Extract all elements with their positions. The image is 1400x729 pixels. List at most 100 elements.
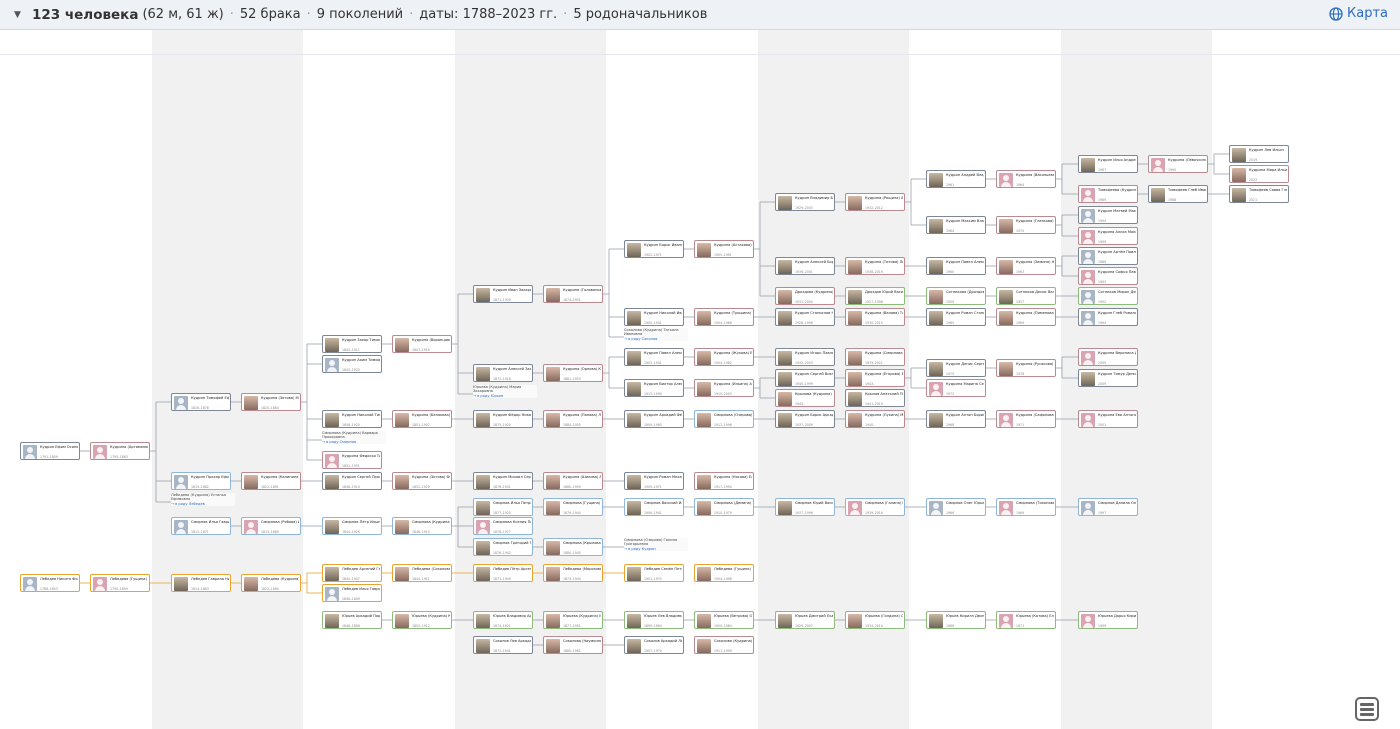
- person-card[interactable]: Смирнов Илья Петрович 1877–1925: [473, 498, 533, 516]
- person-card[interactable]: Кудрин Павел Алексеевич 1960: [926, 257, 986, 275]
- person-card[interactable]: Кудрина (Зимина) Наталья Игоревна 1963: [996, 257, 1056, 275]
- person-card[interactable]: Кудрина (Артамонова) Агр… 1795–1863: [90, 442, 150, 460]
- person-card[interactable]: Кудрин Прохор Ефимович 1819–1882: [171, 472, 231, 490]
- person-card[interactable]: Кудрин Алексей Захарович 1873–1918: [473, 364, 533, 382]
- person-card[interactable]: Соколов Аркадий Львович 1907–1970: [624, 636, 684, 654]
- person-card[interactable]: Кудрин Аким Тимофеевич 1845–1920: [322, 355, 382, 373]
- person-card[interactable]: Юрьева (Кудрина) Кулакова Карпов… 1853–19…: [392, 611, 452, 629]
- collapse-toggle-icon[interactable]: ▼: [14, 10, 24, 20]
- person-card[interactable]: Кудрина (Егорова) Валентина Ильини… 1943–: [845, 369, 905, 387]
- person-card[interactable]: Юрьев Владимир Аркадьевич 1874–1921: [473, 611, 533, 629]
- person-card[interactable]: Соколов Лев Аркадьевич 1873–1941: [473, 636, 533, 654]
- person-card[interactable]: Кудрина (Жукова) Екатерина Егоро… 1904–19…: [694, 348, 754, 366]
- person-card[interactable]: Смирнов Юрий Васильевич 1937–1996: [775, 498, 835, 516]
- person-card[interactable]: Кудрин Фёдор Николаевич 1875–1920: [473, 410, 533, 428]
- person-card[interactable]: Кудрин Борис Аркадьевич 1937–2009: [775, 410, 835, 428]
- note-link[interactable]: → в роду Кудрин: [624, 547, 688, 551]
- person-card[interactable]: Кудрин Максим Владимирович 1964: [926, 216, 986, 234]
- person-card[interactable]: Кудрин Борис Иванович 1902–1971: [624, 240, 684, 258]
- person-card[interactable]: Кудрин Сергей Прохорович 1848–1914: [322, 472, 382, 490]
- person-card[interactable]: Лебедев Никита Фомич 1788–1853: [20, 574, 80, 592]
- person-card[interactable]: Кудрин Денис Сергеевич 1975: [926, 359, 986, 377]
- person-card[interactable]: Кудрин Павел Алексеевич 1903–1941: [624, 348, 684, 366]
- person-card[interactable]: Кудрин Матвей Максимович 1994: [1078, 206, 1138, 224]
- person-card[interactable]: Кудрина (Зотова) Фёкла Кузьминична 1852–1…: [392, 472, 452, 490]
- person-card[interactable]: Кудрина (Панова) Лидия Васильевна 1884–19…: [543, 410, 603, 428]
- person-card[interactable]: Лебедева (Гущина) Настасья Львовна 1790–1…: [90, 574, 150, 592]
- person-card[interactable]: Дроздова (Кудрина) Елена… 1931–2004: [775, 287, 835, 305]
- person-card[interactable]: Кудрина (Рощина) Анна Сергеевна 1932–2012: [845, 193, 905, 211]
- person-card[interactable]: Смирнова (Галина) Валентина Кузьми… 1939–…: [845, 498, 905, 516]
- person-card[interactable]: Дроздов Юрий Васильевич 1927–1998: [845, 287, 905, 305]
- person-card[interactable]: Кудрин Станислав Николаевич 1928–1998: [775, 308, 835, 326]
- person-card[interactable]: Лебедева (Гущина) Раиса Фёдоровна 1904–19…: [694, 564, 754, 582]
- person-card[interactable]: Смирнова (Гущина) Прасковья Ильини… 1879–…: [543, 498, 603, 516]
- person-card[interactable]: Тимофеева (Кудрина) Ксени… 1989: [1078, 185, 1138, 203]
- person-card[interactable]: Смирнов Григорий Петрович 1876–1942: [473, 538, 533, 556]
- person-card[interactable]: Кудрина (Глазкова) Дарья… 1970: [996, 216, 1056, 234]
- person-card[interactable]: Лебедев Илья Гаврилович 1846–1849: [322, 584, 382, 602]
- person-card[interactable]: Лебедев Арсений Гаврилович 1840–1907: [322, 564, 382, 582]
- person-card[interactable]: Кудрин Андрей Владимирович 1961: [926, 170, 986, 188]
- person-card[interactable]: Соколова (Кудрина) Татьян… 1911–1999: [694, 636, 754, 654]
- person-card[interactable]: Кудрина (Титова) Людмила Петровна 1938–20…: [845, 257, 905, 275]
- note-link[interactable]: → в роду Лебедев: [171, 502, 235, 506]
- person-card[interactable]: Кудрина (Лёвочкина) Полин… 1990: [1148, 155, 1208, 173]
- menu-icon[interactable]: [1355, 697, 1379, 721]
- person-card[interactable]: Кудрина Софья Павловна 1993: [1078, 267, 1138, 285]
- person-card[interactable]: Кудрин Аркадий Фёдорович 1909–1985: [624, 410, 684, 428]
- person-card[interactable]: Юрьева (Ветрова) Ольга Дмитриевна 1900–19…: [694, 611, 754, 629]
- person-card[interactable]: Кудрина (Зотова) Матрёна Ивановна 1820–18…: [241, 393, 301, 411]
- person-card[interactable]: Кудрина (Ильина) Александра Тихо… 1915–20…: [694, 379, 754, 397]
- person-card[interactable]: Лебедев Семён Петрович 1901–1975: [624, 564, 684, 582]
- person-card[interactable]: Кудрин Роман Станиславович 1965: [926, 308, 986, 326]
- person-card[interactable]: Крылов Анатолий Петрович 1941–2010: [845, 389, 905, 407]
- note-link[interactable]: → в роду Смирнов: [322, 440, 386, 444]
- person-card[interactable]: Кудрин Тимофей Ефимович 1816–1876: [171, 393, 231, 411]
- person-card[interactable]: Кудрин Глеб Романович 1994: [1078, 308, 1138, 326]
- person-card[interactable]: Кудрина (Шилова) Агафья Ивановна 1880–195…: [543, 472, 603, 490]
- person-card[interactable]: Смирнова Ксения Петровна 1878–1977: [473, 517, 533, 535]
- person-card[interactable]: Кудрина (Сафонова) Вера 1971: [996, 410, 1056, 428]
- person-card[interactable]: Кудрин Артём Павлович 1989: [1078, 247, 1138, 265]
- person-card[interactable]: Кудрин Николай Тимофеевич 1848–1920: [322, 410, 382, 428]
- person-card[interactable]: Сотников Денис Валерьевич 1957: [996, 287, 1056, 305]
- person-card[interactable]: Юрьева (Котова) Елена Сергеевна 1971: [996, 611, 1056, 629]
- person-card[interactable]: Крылова (Кудрина) Ирина Викторовна 1945–: [775, 389, 835, 407]
- person-card[interactable]: Кудрина (Астахова) Нина … 1905–1991: [694, 240, 754, 258]
- person-card[interactable]: Лебедева (Соколова) Акули… 1844–1911: [392, 564, 452, 582]
- person-card[interactable]: Кудрина (Трошина) Зоя Павловна 1904–1986: [694, 308, 754, 326]
- person-card[interactable]: Кудрин Тимур Денисович 2009: [1078, 369, 1138, 387]
- person-card[interactable]: Юрьев Лев Владимирович 1899–1964: [624, 611, 684, 629]
- person-card[interactable]: Кудрина (Белякова) Анна … 1851–1902: [392, 410, 452, 428]
- person-card[interactable]: Смирнова (Крылова) Надежд… 1880–1945: [543, 538, 603, 556]
- person-card[interactable]: Лебедев Гаврила Никитич 1814–1883: [171, 574, 231, 592]
- person-card[interactable]: Кудрина (Калинина) Дарья 1822–1891: [241, 472, 301, 490]
- person-card[interactable]: Юрьев Кирилл Дмитриевич 1968: [926, 611, 986, 629]
- person-card[interactable]: Смирнов Василий Ильич 1906–1941: [624, 498, 684, 516]
- note-link[interactable]: → в роду Юрьев: [473, 394, 537, 398]
- person-card[interactable]: Кудрина Федосья Тимофеевна 1852–1931: [322, 451, 382, 469]
- person-card[interactable]: Кудрина (Голованова) Софья… 1874–1951: [543, 285, 603, 303]
- person-card[interactable]: Кудрина (Пименова) Св… 1969: [996, 308, 1056, 326]
- map-button[interactable]: Карта: [1329, 6, 1388, 21]
- person-card[interactable]: Юрьев Дмитрий Львович 1929–2007: [775, 611, 835, 629]
- person-card[interactable]: Кудрина Ева Антоновна 2001: [1078, 410, 1138, 428]
- person-card[interactable]: Кудрин Илья Андреевич 1987: [1078, 155, 1138, 173]
- person-card[interactable]: Кудрина (Лукина) Маргарита Львовна 1940–: [845, 410, 905, 428]
- person-card[interactable]: Кудрина Алиса Максимовна 1999: [1078, 227, 1138, 245]
- person-card[interactable]: Кудрина (Воронцова) Пела… 1847–1910: [392, 335, 452, 353]
- person-card[interactable]: Кудрин Иван Захарович 1871–1930: [473, 285, 533, 303]
- person-card[interactable]: Кудрина Марина Сергеевна 1972: [926, 379, 986, 397]
- person-card[interactable]: Кудрин Игорь Павлович 1932–2003: [775, 348, 835, 366]
- person-card[interactable]: Юрьева Дарья Кирилловна 1999: [1078, 611, 1138, 629]
- person-card[interactable]: Кудрин Антон Борисович 1968: [926, 410, 986, 428]
- person-card[interactable]: Юрьев Аркадий Порфирьевич 1846–1898: [322, 611, 382, 629]
- person-card[interactable]: Юрьева (Кудрина) Мария Захаровна 1877–195…: [543, 611, 603, 629]
- person-card[interactable]: Кудрин Лев Ильич 2019: [1229, 145, 1289, 163]
- person-card[interactable]: Кудрина (Васильева) Ольга… 1964: [996, 170, 1056, 188]
- person-card[interactable]: Сотникова (Дроздова) Анна… 1959: [926, 287, 986, 305]
- person-card[interactable]: Смирнов Олег Юрьевич 1966: [926, 498, 986, 516]
- person-card[interactable]: Кудрина Мира Ильинична 2023: [1229, 165, 1289, 183]
- person-card[interactable]: Кудрин Роман Михайлович 1909–1971: [624, 472, 684, 490]
